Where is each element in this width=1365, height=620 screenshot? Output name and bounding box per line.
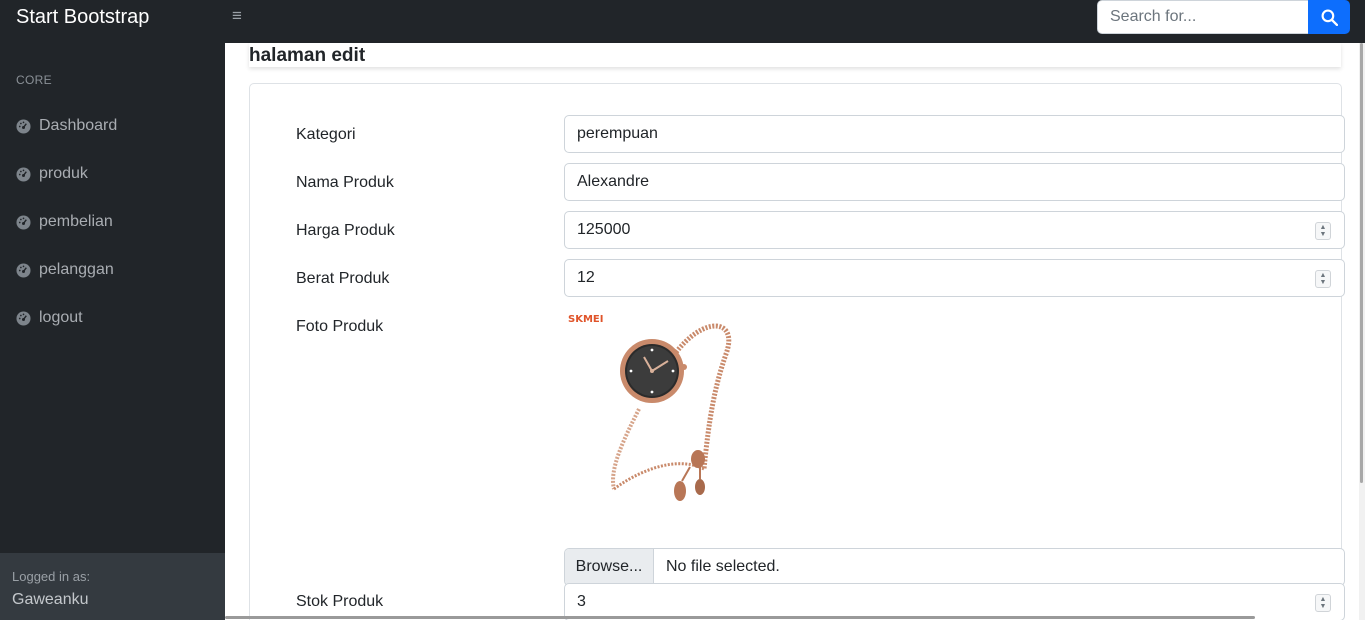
main-content: halaman edit Kategori perempuan Nama Pro… [225, 43, 1365, 620]
vertical-scrollbar-thumb[interactable] [1360, 43, 1363, 483]
number-spinner[interactable]: ▲ ▼ [1315, 594, 1331, 612]
navbar-brand[interactable]: Start Bootstrap [16, 6, 149, 29]
stok-produk-value: 3 [577, 593, 586, 610]
number-spinner[interactable]: ▲ ▼ [1315, 270, 1331, 288]
spin-down-icon[interactable]: ▼ [1320, 279, 1327, 286]
sidebar: CORE Dashboard produk pembelian pelangga… [0, 43, 225, 620]
spin-up-icon[interactable]: ▲ [1320, 224, 1327, 231]
sidebar-item-label: pembelian [39, 213, 113, 230]
sidebar-item-label: produk [39, 165, 88, 182]
kategori-value: perempuan [577, 125, 658, 142]
berat-produk-value: 12 [577, 269, 595, 286]
spin-up-icon[interactable]: ▲ [1320, 596, 1327, 603]
file-input[interactable]: Browse... No file selected. [564, 548, 1345, 586]
sidebar-item-dashboard[interactable]: Dashboard [16, 117, 117, 135]
harga-produk-value: 125000 [577, 221, 631, 238]
sidebar-item-produk[interactable]: produk [16, 165, 88, 183]
foto-produk-label: Foto Produk [296, 318, 384, 335]
search-input[interactable] [1097, 0, 1308, 34]
spin-down-icon[interactable]: ▼ [1320, 603, 1327, 610]
search-form [1097, 0, 1350, 34]
sidebar-item-label: logout [39, 309, 83, 326]
harga-produk-field[interactable]: 125000 ▲ ▼ [564, 211, 1345, 249]
vertical-scrollbar[interactable] [1359, 43, 1365, 620]
tachometer-icon [16, 310, 31, 326]
page-title: halaman edit [249, 45, 366, 66]
sidebar-item-label: Dashboard [39, 117, 118, 134]
search-icon [1321, 9, 1338, 26]
file-status: No file selected. [666, 558, 780, 575]
edit-form-card: Kategori perempuan Nama Produk Alexandre… [249, 83, 1345, 620]
stok-produk-label: Stok Produk [296, 593, 384, 610]
top-navbar: Start Bootstrap ≡ [0, 0, 1365, 43]
spin-up-icon[interactable]: ▲ [1320, 272, 1327, 279]
nama-produk-field[interactable]: Alexandre [564, 163, 1345, 201]
stok-produk-field[interactable]: 3 ▲ ▼ [564, 583, 1345, 620]
tachometer-icon [16, 166, 31, 182]
browse-button[interactable]: Browse... [565, 549, 654, 585]
logged-in-label: Logged in as: [12, 569, 91, 584]
nama-produk-value: Alexandre [577, 173, 650, 190]
tachometer-icon [16, 262, 31, 278]
title-card: halaman edit [249, 43, 1341, 67]
sidebar-heading: CORE [16, 73, 52, 87]
sidebar-item-logout[interactable]: logout [16, 309, 83, 327]
search-button[interactable] [1308, 0, 1350, 34]
sidebar-toggle-icon[interactable]: ≡ [232, 6, 242, 26]
tachometer-icon [16, 214, 31, 230]
sidebar-item-pelanggan[interactable]: pelanggan [16, 261, 114, 279]
berat-produk-field[interactable]: 12 ▲ ▼ [564, 259, 1345, 297]
kategori-field[interactable]: perempuan [564, 115, 1345, 153]
horizontal-scrollbar[interactable] [225, 616, 1255, 619]
spin-down-icon[interactable]: ▼ [1320, 231, 1327, 238]
nama-produk-label: Nama Produk [296, 174, 394, 191]
logged-in-user: Gaweanku [12, 591, 89, 608]
sidebar-footer: Logged in as: Gaweanku [0, 553, 225, 620]
product-watch-image: SKMEI [568, 314, 732, 501]
kategori-label: Kategori [296, 126, 356, 143]
berat-produk-label: Berat Produk [296, 270, 390, 287]
tachometer-icon [16, 118, 31, 134]
sidebar-item-label: pelanggan [39, 261, 114, 278]
number-spinner[interactable]: ▲ ▼ [1315, 222, 1331, 240]
harga-produk-label: Harga Produk [296, 222, 395, 239]
skmei-logo-text: SKMEI [568, 314, 603, 325]
sidebar-item-pembelian[interactable]: pembelian [16, 213, 113, 231]
